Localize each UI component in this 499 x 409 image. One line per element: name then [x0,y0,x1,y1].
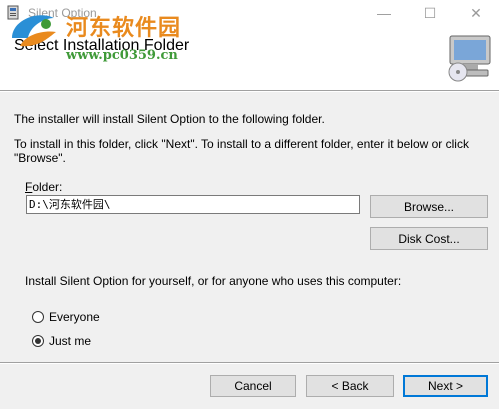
window-title: Silent Option [28,6,97,20]
title-bar: Silent Option — ☐ ✕ [0,0,499,26]
radio-everyone-label: Everyone [49,310,100,324]
radio-just-me-circle[interactable] [32,335,44,347]
folder-label-text: older: [32,180,63,194]
close-button[interactable]: ✕ [453,0,499,26]
maximize-button[interactable]: ☐ [407,0,453,26]
minimize-button[interactable]: — [361,0,407,26]
next-button[interactable]: Next > [403,375,488,397]
radio-everyone-circle[interactable] [32,311,44,323]
radio-just-me[interactable]: Just me [32,334,91,348]
installer-app-icon [7,5,19,20]
radio-everyone[interactable]: Everyone [32,310,100,324]
divider [0,90,499,92]
instructions-text: To install in this folder, click "Next".… [14,137,469,165]
divider [0,362,499,364]
browse-button[interactable]: Browse... [370,195,488,218]
cancel-button[interactable]: Cancel [210,375,296,397]
folder-label: Folder: [25,180,62,194]
folder-path-input[interactable] [26,195,360,214]
header-banner: Select Installation Folder [0,26,499,90]
page-title: Select Installation Folder [14,37,190,54]
install-for-label: Install Silent Option for yourself, or f… [25,274,402,288]
back-button[interactable]: < Back [306,375,394,397]
disk-cost-button[interactable]: Disk Cost... [370,227,488,250]
radio-just-me-label: Just me [49,334,92,348]
intro-text: The installer will install Silent Option… [14,112,325,126]
computer-cd-icon [448,35,491,82]
